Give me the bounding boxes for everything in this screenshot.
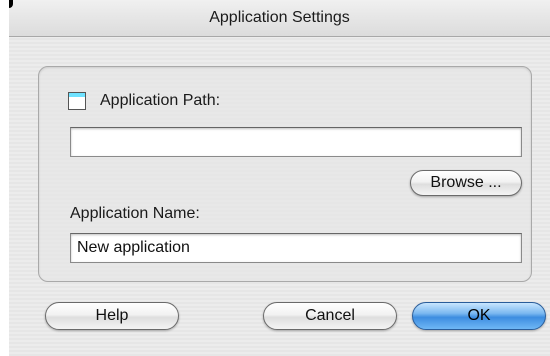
browse-button[interactable]: Browse ... (410, 170, 522, 196)
application-name-label: Application Name: (70, 205, 200, 222)
application-path-checkbox[interactable] (68, 92, 86, 110)
application-path-field[interactable] (70, 127, 522, 157)
titlebar[interactable]: Application Settings (9, 0, 550, 37)
window-title: Application Settings (209, 9, 350, 26)
application-name-field[interactable] (70, 233, 522, 263)
ok-button[interactable]: OK (412, 302, 546, 330)
help-button[interactable]: Help (45, 302, 179, 330)
cancel-button[interactable]: Cancel (263, 302, 397, 330)
settings-dialog: Application Settings Application Path: B… (9, 0, 550, 356)
application-path-label: Application Path: (100, 92, 221, 109)
